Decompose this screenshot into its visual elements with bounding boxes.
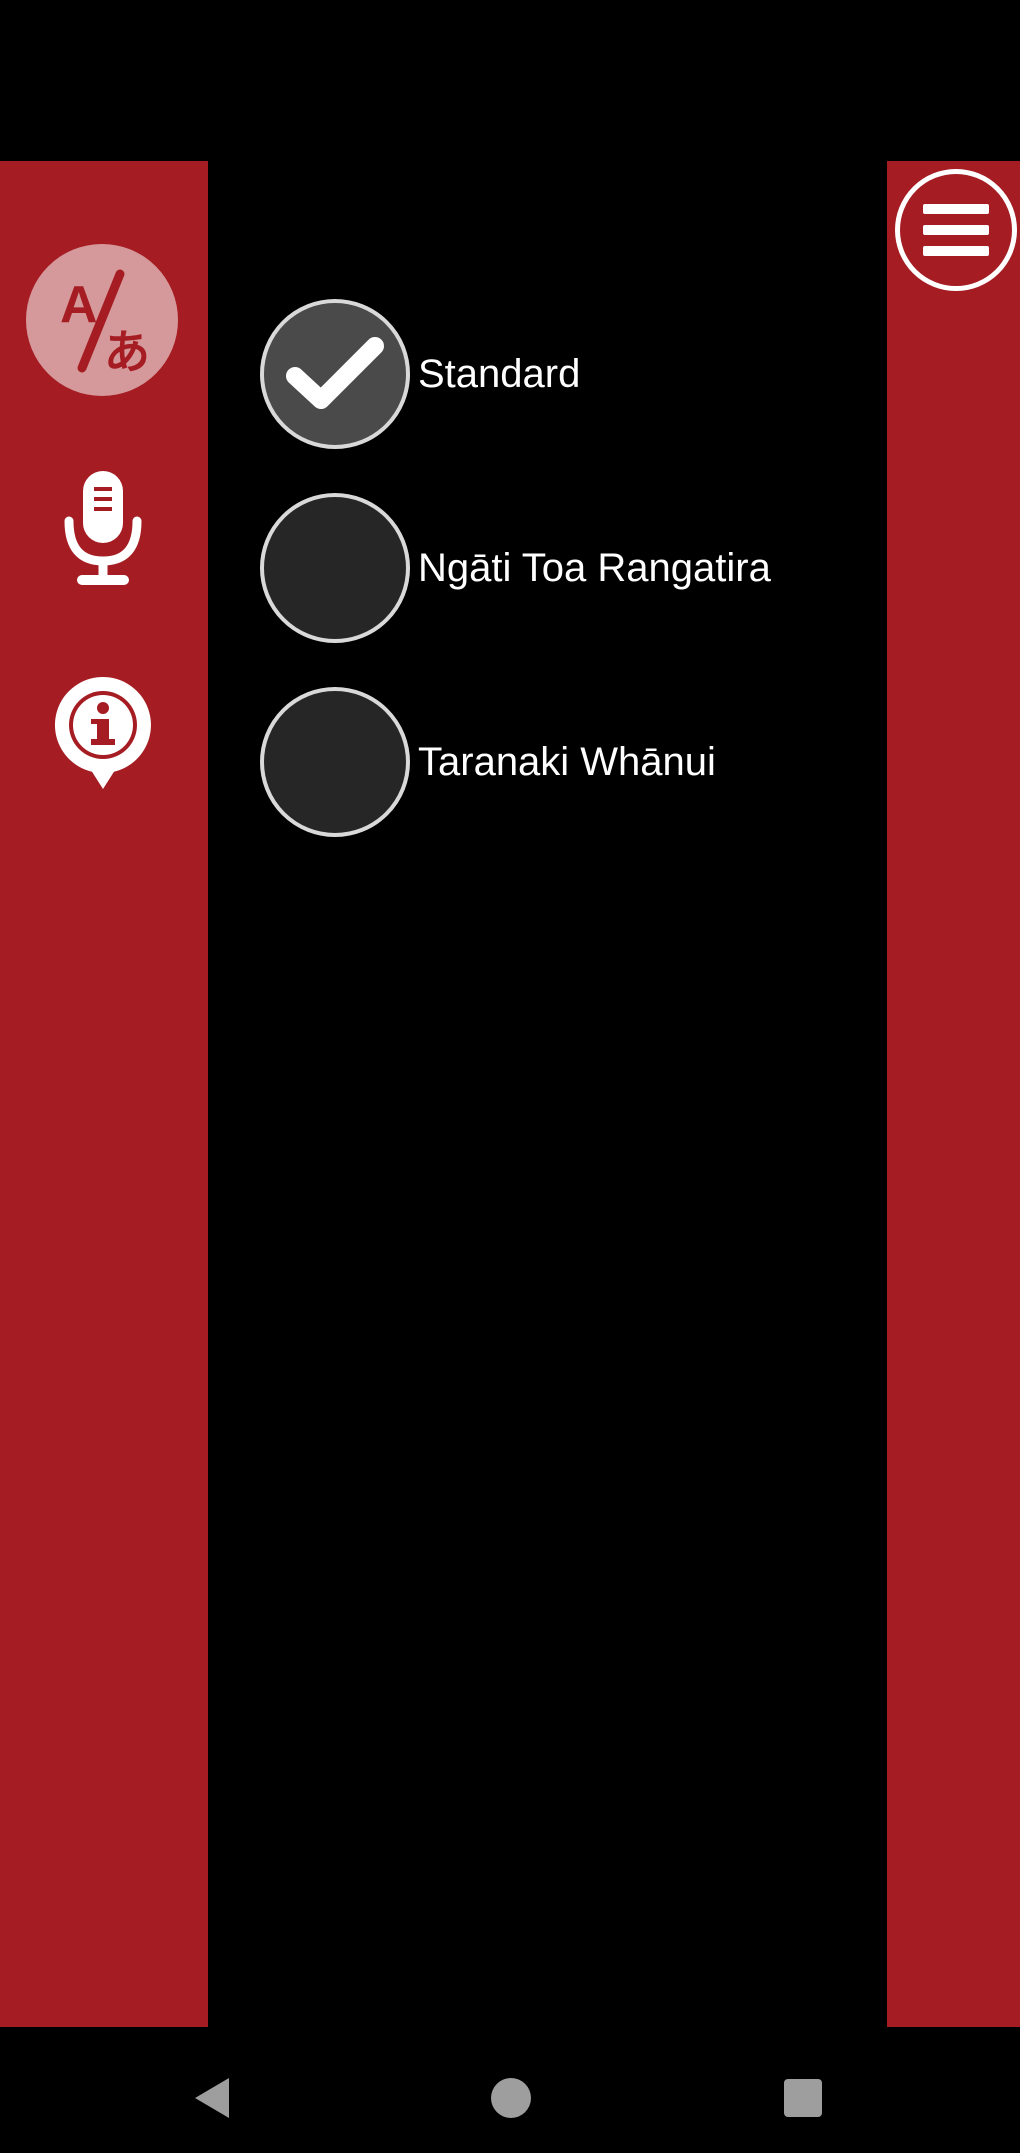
recent-apps-button[interactable] xyxy=(782,2077,824,2119)
back-triangle-icon xyxy=(195,2078,229,2118)
microphone-icon xyxy=(64,471,142,585)
svg-text:A: A xyxy=(60,276,98,334)
menu-button[interactable] xyxy=(895,169,1017,291)
home-circle-icon xyxy=(491,2078,531,2118)
home-button[interactable] xyxy=(488,2075,534,2121)
option-label: Ngāti Toa Rangatira xyxy=(418,545,771,590)
left-sidebar: A あ xyxy=(0,161,208,2027)
option-label: Taranaki Whānui xyxy=(418,739,716,784)
radio-button[interactable] xyxy=(260,493,410,643)
checkmark-icon xyxy=(286,337,384,409)
info-icon xyxy=(54,677,151,789)
radio-button[interactable] xyxy=(260,687,410,837)
dialect-option-ngati-toa[interactable]: Ngāti Toa Rangatira xyxy=(260,471,880,665)
translate-button[interactable]: A あ xyxy=(26,244,178,396)
dialect-option-standard[interactable]: Standard xyxy=(260,277,880,471)
microphone-button[interactable] xyxy=(55,466,151,590)
dialect-option-list: Standard Ngāti Toa Rangatira Taranaki Wh… xyxy=(260,277,880,859)
system-navigation-bar xyxy=(0,2027,1020,2153)
back-button[interactable] xyxy=(190,2075,236,2121)
app-screen: A あ Standard Ngāti Toa Rangatira Taranak… xyxy=(0,0,1020,2153)
info-button[interactable] xyxy=(48,671,158,799)
right-sidebar xyxy=(887,161,1020,2027)
translate-icon: A あ xyxy=(60,269,150,379)
radio-button[interactable] xyxy=(260,299,410,449)
svg-text:あ: あ xyxy=(104,325,150,379)
recent-apps-square-icon xyxy=(784,2079,822,2117)
option-label: Standard xyxy=(418,351,581,396)
hamburger-menu-icon xyxy=(923,204,989,256)
dialect-option-taranaki[interactable]: Taranaki Whānui xyxy=(260,665,880,859)
